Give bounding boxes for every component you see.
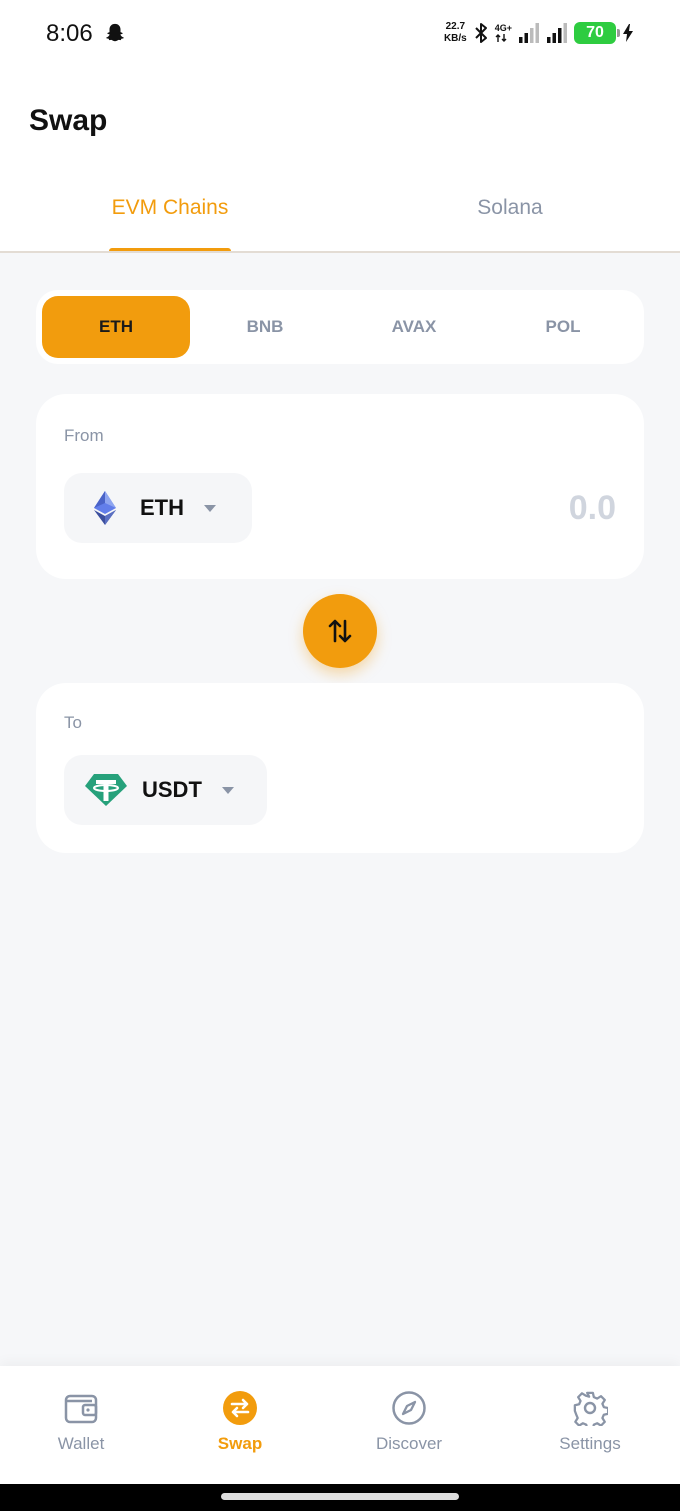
swap-direction-button[interactable] bbox=[303, 594, 377, 668]
from-label: From bbox=[64, 426, 104, 445]
speed-value: 22.7 bbox=[445, 21, 466, 32]
battery-level: 70 bbox=[586, 24, 604, 41]
signal-icon-sim1 bbox=[519, 23, 539, 43]
nav-item-wallet[interactable]: Wallet bbox=[41, 1390, 121, 1454]
nav-label-wallet: Wallet bbox=[57, 1434, 105, 1453]
from-token-selector[interactable]: ETH bbox=[64, 473, 252, 543]
battery-indicator: 70 bbox=[574, 22, 620, 44]
bluetooth-icon bbox=[475, 23, 487, 43]
header: Swap EVM Chains Solana bbox=[0, 68, 680, 252]
speed-unit: KB/s bbox=[443, 33, 467, 44]
to-card: To USDT bbox=[36, 683, 644, 853]
network-label: 4G+ bbox=[494, 23, 512, 33]
page-title: Swap bbox=[29, 104, 108, 137]
snapchat-ghost-icon bbox=[106, 23, 124, 42]
swap-icon bbox=[223, 1391, 257, 1425]
compass-icon bbox=[392, 1391, 426, 1425]
tab-solana[interactable]: Solana bbox=[340, 196, 680, 220]
chain-option-avax[interactable]: AVAX bbox=[340, 296, 488, 358]
gesture-bar bbox=[0, 1484, 680, 1511]
network-speed: 22.7 KB/s bbox=[444, 21, 467, 45]
status-time: 8:06 bbox=[46, 20, 93, 47]
chain-option-pol[interactable]: POL bbox=[489, 296, 637, 358]
gear-icon bbox=[573, 1391, 608, 1426]
header-divider bbox=[0, 251, 680, 253]
wallet-icon bbox=[64, 1394, 98, 1424]
chevron-down-icon bbox=[204, 504, 216, 512]
swap-arrows-icon bbox=[328, 619, 352, 643]
data-transfer-icon bbox=[495, 34, 507, 42]
from-token-name: ETH bbox=[140, 495, 184, 520]
from-amount-input[interactable]: 0.0 bbox=[569, 489, 616, 528]
nav-label-swap: Swap bbox=[217, 1434, 263, 1453]
nav-item-settings[interactable]: Settings bbox=[545, 1390, 635, 1454]
tether-usdt-icon bbox=[85, 774, 127, 806]
network-type: 4G+ bbox=[495, 23, 512, 43]
nav-item-discover[interactable]: Discover bbox=[359, 1390, 459, 1454]
to-token-selector[interactable]: USDT bbox=[64, 755, 267, 825]
chain-option-eth[interactable]: ETH bbox=[42, 296, 190, 358]
to-label: To bbox=[64, 713, 82, 732]
tab-evm-chains[interactable]: EVM Chains bbox=[0, 196, 340, 220]
from-card: From ETH 0.0 bbox=[36, 394, 644, 579]
status-indicators: 22.7 KB/s 4G+ 70 bbox=[444, 18, 634, 48]
status-bar: 8:06 22.7 KB/s 4G+ 70 bbox=[0, 0, 680, 68]
chain-selector: ETH BNB AVAX POL bbox=[36, 290, 644, 364]
chevron-down-icon bbox=[221, 786, 234, 794]
ethereum-icon bbox=[94, 491, 116, 525]
nav-label-discover: Discover bbox=[375, 1434, 443, 1453]
nav-label-settings: Settings bbox=[559, 1434, 621, 1453]
signal-icon-sim2 bbox=[547, 23, 567, 43]
bottom-nav: Wallet Swap Discover Settings bbox=[0, 1366, 680, 1484]
home-indicator[interactable] bbox=[221, 1493, 459, 1500]
to-token-name: USDT bbox=[142, 777, 202, 802]
chain-option-bnb[interactable]: BNB bbox=[191, 296, 339, 358]
charging-icon bbox=[623, 24, 633, 42]
nav-item-swap[interactable]: Swap bbox=[200, 1390, 280, 1454]
